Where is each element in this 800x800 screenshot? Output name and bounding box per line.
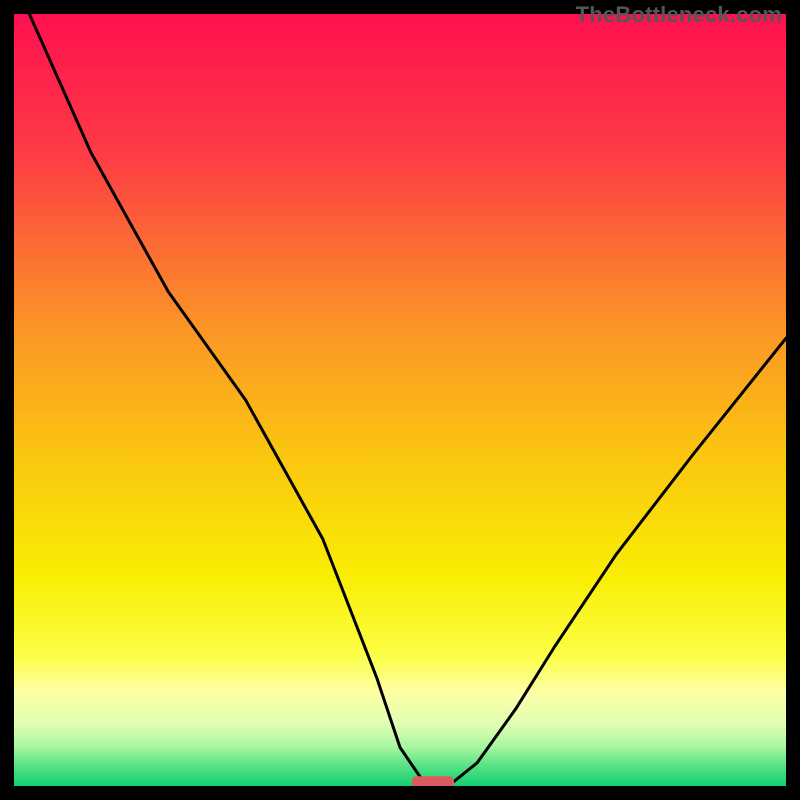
watermark-text: TheBottleneck.com — [576, 2, 782, 28]
plot-area — [14, 14, 786, 786]
gradient-background — [14, 14, 786, 786]
optimal-marker — [412, 776, 455, 786]
bottleneck-chart — [14, 14, 786, 786]
